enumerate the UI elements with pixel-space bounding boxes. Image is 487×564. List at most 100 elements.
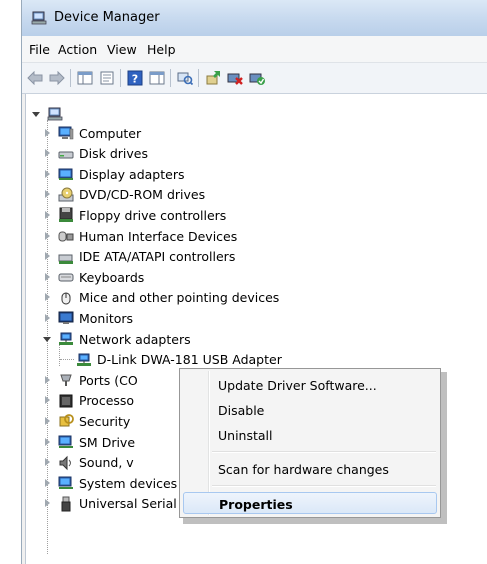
expand-collapse-icon[interactable] xyxy=(43,231,52,241)
action-pane-icon[interactable] xyxy=(148,69,166,87)
expand-collapse-icon[interactable] xyxy=(43,499,52,508)
tree-root[interactable] xyxy=(32,104,68,124)
scan-icon[interactable] xyxy=(176,69,194,87)
computer-icon xyxy=(58,125,74,141)
expand-collapse-icon[interactable] xyxy=(43,293,52,302)
toolbar-separator xyxy=(198,69,199,87)
device-item-d-link-dwa-181-usb-adapter[interactable]: D-Link DWA-181 USB Adapter xyxy=(60,350,282,370)
tree-category-computer[interactable]: Computer xyxy=(43,123,141,143)
security-device-icon xyxy=(58,413,74,429)
sound-icon xyxy=(58,455,74,471)
tree-category-security[interactable]: Security xyxy=(43,411,130,431)
expand-collapse-icon[interactable] xyxy=(43,416,52,426)
tree-item-label: Computer xyxy=(79,125,142,141)
tree-category-system-devices[interactable]: System devices xyxy=(43,473,177,493)
tree-category-network-adapters[interactable]: Network adapters xyxy=(43,329,191,349)
expand-collapse-icon[interactable] xyxy=(43,437,52,447)
expand-collapse-icon[interactable] xyxy=(43,252,52,261)
network-adapter-icon xyxy=(76,352,92,368)
menu-update-driver-software[interactable]: Update Driver Software... xyxy=(183,374,437,396)
expand-collapse-icon[interactable] xyxy=(43,458,52,467)
floppy-controller-icon xyxy=(58,207,74,223)
menu-properties[interactable]: Properties xyxy=(183,492,437,514)
tree-item-label: Disk drives xyxy=(79,146,148,162)
expand-collapse-icon[interactable] xyxy=(43,149,52,158)
expand-collapse-icon[interactable] xyxy=(43,313,52,323)
keyboard-icon xyxy=(58,269,74,285)
port-icon xyxy=(58,372,74,388)
show-hide-console-tree-icon[interactable] xyxy=(76,69,94,87)
tree-category-floppy-drive-controllers[interactable]: Floppy drive controllers xyxy=(43,205,226,225)
tree-category-ports-co[interactable]: Ports (CO xyxy=(43,370,138,390)
title-bar[interactable]: Device Manager xyxy=(22,0,487,36)
tree-category-sound-v[interactable]: Sound, v xyxy=(43,453,134,473)
tree-item-label: IDE ATA/ATAPI controllers xyxy=(79,249,236,265)
menu-item-label: Update Driver Software... xyxy=(218,378,377,393)
menu-separator xyxy=(212,485,436,487)
disk-drive-icon xyxy=(58,146,74,162)
window-title: Device Manager xyxy=(54,10,160,25)
tree-item-label: Display adapters xyxy=(79,166,185,182)
menu-bar: File Action View Help xyxy=(22,36,487,63)
enable-icon[interactable] xyxy=(248,69,266,87)
expand-collapse-icon[interactable] xyxy=(43,128,52,138)
menu-item-label: Properties xyxy=(219,497,293,512)
properties-icon[interactable] xyxy=(98,69,116,87)
menu-help[interactable]: Help xyxy=(147,42,176,57)
processor-icon xyxy=(58,393,74,409)
tree-item-label: Monitors xyxy=(79,310,134,326)
help-icon[interactable]: ? xyxy=(126,69,144,87)
menu-item-label: Disable xyxy=(218,403,265,418)
tree-item-label: DVD/CD-ROM drives xyxy=(79,187,206,203)
tree-category-display-adapters[interactable]: Display adapters xyxy=(43,164,184,184)
expand-collapse-icon[interactable] xyxy=(43,190,52,199)
expand-collapse-icon[interactable] xyxy=(43,396,52,405)
tree-item-label: D-Link DWA-181 USB Adapter xyxy=(97,352,282,368)
menu-view[interactable]: View xyxy=(107,42,137,57)
expand-collapse-icon[interactable] xyxy=(43,375,52,385)
expand-collapse-icon[interactable] xyxy=(43,478,52,488)
mouse-icon xyxy=(58,290,74,306)
expand-collapse-icon[interactable] xyxy=(43,210,52,220)
toolbar-separator xyxy=(70,69,71,87)
menu-action[interactable]: Action xyxy=(58,42,97,57)
device-manager-icon xyxy=(31,11,47,25)
menu-disable[interactable]: Disable xyxy=(183,399,437,421)
expand-collapse-icon[interactable] xyxy=(43,272,52,282)
tree-item-label: Security xyxy=(79,413,131,429)
tree-category-monitors[interactable]: Monitors xyxy=(43,308,133,328)
page-frame: Device Manager File Action View Help ? C… xyxy=(0,0,487,564)
tree-category-keyboards[interactable]: Keyboards xyxy=(43,267,144,287)
ide-controller-icon xyxy=(58,249,74,265)
menu-uninstall[interactable]: Uninstall xyxy=(183,424,437,446)
tree-item-label: Keyboards xyxy=(79,269,145,285)
tree-item-label: Floppy drive controllers xyxy=(79,207,227,223)
tree-item-label: Human Interface Devices xyxy=(79,228,238,244)
expand-collapse-icon[interactable] xyxy=(32,110,41,119)
tree-category-disk-drives[interactable]: Disk drives xyxy=(43,144,148,164)
network-adapter-icon xyxy=(58,331,74,347)
expand-collapse-icon[interactable] xyxy=(43,169,52,179)
toolbar: ? xyxy=(22,63,487,94)
tree-category-mice-and-other-pointing-devices[interactable]: Mice and other pointing devices xyxy=(43,288,279,308)
context-menu: Update Driver Software... Disable Uninst… xyxy=(179,368,441,518)
forward-icon[interactable] xyxy=(48,69,66,87)
tree-category-human-interface-devices[interactable]: Human Interface Devices xyxy=(43,226,237,246)
tree-category-dvd-cd-rom-drives[interactable]: DVD/CD-ROM drives xyxy=(43,185,205,205)
expand-collapse-icon[interactable] xyxy=(43,335,52,344)
menu-scan-hardware[interactable]: Scan for hardware changes xyxy=(183,458,437,480)
toolbar-separator xyxy=(170,69,171,87)
storage-controller-icon xyxy=(58,434,74,450)
svg-text:?: ? xyxy=(132,73,138,86)
tree-category-ide-ata-atapi-controllers[interactable]: IDE ATA/ATAPI controllers xyxy=(43,247,235,267)
uninstall-icon[interactable] xyxy=(226,69,244,87)
menu-file[interactable]: File xyxy=(29,42,50,57)
update-driver-icon[interactable] xyxy=(204,69,222,87)
tree-category-sm-drive[interactable]: SM Drive xyxy=(43,432,135,452)
hid-icon xyxy=(58,228,74,244)
computer-root-icon xyxy=(47,106,63,122)
tree-category-processo[interactable]: Processo xyxy=(43,391,134,411)
back-icon[interactable] xyxy=(26,69,44,87)
menu-separator xyxy=(212,451,436,453)
tree-connector xyxy=(60,359,74,361)
